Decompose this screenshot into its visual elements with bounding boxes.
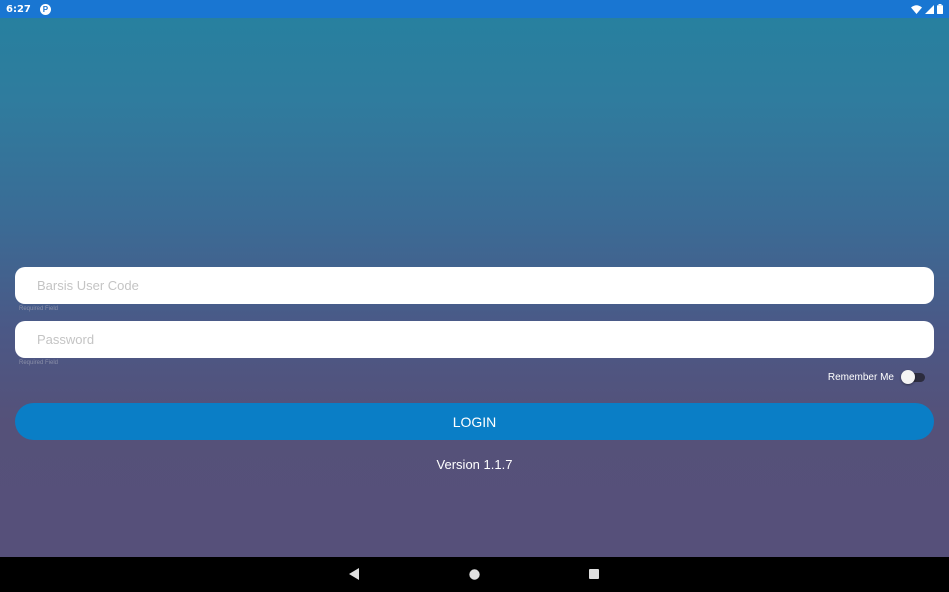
remember-me-row: Remember Me [828, 370, 925, 384]
wifi-icon [911, 4, 922, 14]
signal-icon [925, 4, 934, 14]
password-input[interactable] [15, 321, 934, 358]
notification-app-icon: P [39, 3, 51, 15]
user-code-input[interactable] [15, 267, 934, 304]
login-screen: Required Field Required Field Remember M… [0, 18, 949, 557]
login-button[interactable]: LOGIN [15, 403, 934, 440]
back-button[interactable] [344, 564, 364, 584]
user-code-required-hint: Required Field [19, 306, 59, 312]
status-icons [911, 4, 943, 14]
home-button[interactable] [464, 564, 484, 584]
user-code-field[interactable] [15, 267, 934, 304]
battery-icon [937, 4, 943, 14]
recents-button[interactable] [584, 564, 604, 584]
password-required-hint: Required Field [19, 360, 59, 366]
home-icon [468, 568, 480, 580]
recents-icon [589, 569, 599, 579]
app-screen: 6:27 P Required Field Required Field Rem… [0, 0, 949, 592]
password-field[interactable] [15, 321, 934, 358]
navigation-bar [0, 557, 949, 592]
remember-me-toggle[interactable] [901, 370, 925, 384]
back-icon [349, 568, 359, 580]
version-label: Version 1.1.7 [436, 457, 513, 472]
status-bar: 6:27 P [0, 0, 949, 18]
remember-me-label: Remember Me [827, 371, 894, 383]
toggle-thumb [901, 370, 915, 384]
status-time: 6:27 [6, 3, 31, 15]
